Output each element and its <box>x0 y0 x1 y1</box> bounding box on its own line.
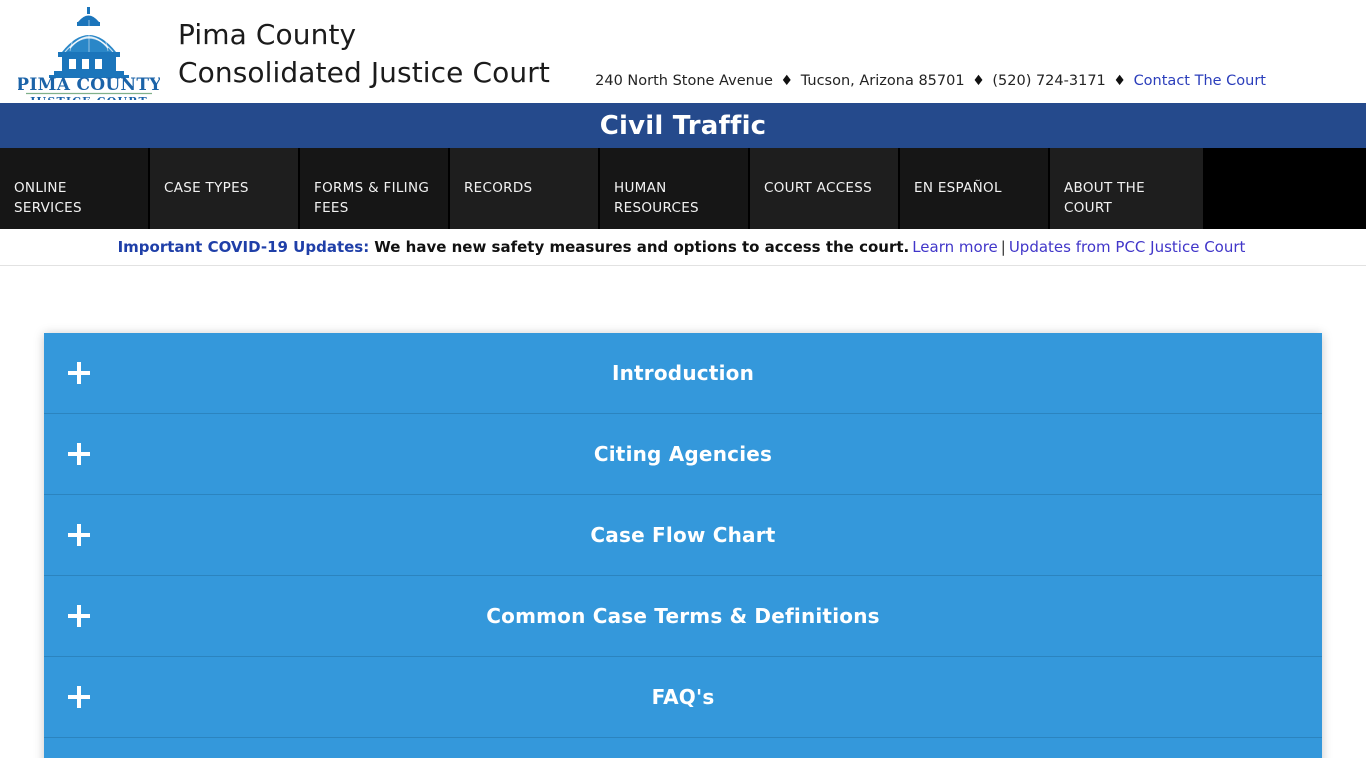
nav-label: ABOUT THE COURT <box>1064 180 1145 216</box>
main-navigation: ONLINE SERVICES CASE TYPES FORMS & FILIN… <box>0 148 1366 229</box>
site-title: Pima County Consolidated Justice Court <box>178 16 550 92</box>
nav-label: COURT ACCESS <box>764 180 872 196</box>
main-content: Introduction Citing Agencies Case Flow C… <box>0 266 1366 758</box>
learn-more-link[interactable]: Learn more <box>909 237 1001 257</box>
plus-icon[interactable] <box>68 362 90 384</box>
page-title-bar: Civil Traffic <box>0 103 1366 148</box>
plus-icon[interactable] <box>68 524 90 546</box>
nav-item-court-access[interactable]: COURT ACCESS <box>750 148 900 229</box>
page-title: Civil Traffic <box>599 110 767 141</box>
pima-county-courthouse-dome-icon: PIMA COUNTY JUSTICE COURT <box>18 7 160 100</box>
site-header: PIMA COUNTY JUSTICE COURT Pima County Co… <box>0 0 1366 103</box>
accordion-panel-title: Case Flow Chart <box>590 523 776 547</box>
accordion-list: Introduction Citing Agencies Case Flow C… <box>44 333 1322 758</box>
nav-item-case-types[interactable]: CASE TYPES <box>150 148 300 229</box>
pcc-justice-court-updates-link[interactable]: Updates from PCC Justice Court <box>1006 237 1249 257</box>
accordion-panel-faqs[interactable]: FAQ's <box>44 657 1322 738</box>
nav-label: FORMS & FILING FEES <box>314 180 430 216</box>
nav-label: HUMAN RESOURCES <box>614 180 699 216</box>
accordion-panel-title: FAQ's <box>651 685 715 709</box>
svg-text:PIMA COUNTY: PIMA COUNTY <box>18 75 160 95</box>
contact-the-court-link[interactable]: Contact The Court <box>1134 73 1266 89</box>
accordion-panel-case-flow-chart[interactable]: Case Flow Chart <box>44 495 1322 576</box>
site-title-line2: Consolidated Justice Court <box>178 56 550 89</box>
site-logo[interactable]: PIMA COUNTY JUSTICE COURT <box>18 4 160 100</box>
accordion-panel-title: Citing Agencies <box>593 442 773 466</box>
nav-label: RECORDS <box>464 180 533 196</box>
nav-label: CASE TYPES <box>164 180 249 196</box>
accordion-panel-citing-agencies[interactable]: Citing Agencies <box>44 414 1322 495</box>
nav-item-human-resources[interactable]: HUMAN RESOURCES <box>600 148 750 229</box>
nav-item-en-espanol[interactable]: EN ESPAÑOL <box>900 148 1050 229</box>
covid-alert-body: We have new safety measures and options … <box>374 238 910 256</box>
accordion-panel-common-case-terms-and-definitions[interactable]: Common Case Terms & Definitions <box>44 576 1322 657</box>
nav-filler <box>1205 148 1366 229</box>
svg-text:JUSTICE COURT: JUSTICE COURT <box>29 95 148 100</box>
site-title-line1: Pima County <box>178 18 357 51</box>
plus-icon[interactable] <box>68 605 90 627</box>
covid-alert-bar: Important COVID-19 Updates: We have new … <box>0 229 1366 266</box>
accordion-panel-partial[interactable] <box>44 738 1322 758</box>
contact-city-state-zip: Tucson, Arizona 85701 <box>800 73 965 89</box>
header-contact-info: 240 North Stone Avenue ♦ Tucson, Arizona… <box>595 70 1266 92</box>
covid-alert-headline: Important COVID-19 Updates: <box>117 238 370 256</box>
diamond-separator-icon: ♦ <box>1113 73 1126 89</box>
contact-address: 240 North Stone Avenue <box>595 73 773 89</box>
nav-label: ONLINE SERVICES <box>14 180 82 216</box>
nav-item-online-services[interactable]: ONLINE SERVICES <box>0 148 150 229</box>
accordion-panel-title: Introduction <box>611 361 755 385</box>
contact-phone: (520) 724-3171 <box>992 73 1106 89</box>
plus-icon[interactable] <box>68 686 90 708</box>
accordion-panel-title: Common Case Terms & Definitions <box>486 604 880 628</box>
nav-label: EN ESPAÑOL <box>914 180 1002 196</box>
diamond-separator-icon: ♦ <box>972 73 985 89</box>
diamond-separator-icon: ♦ <box>780 73 794 89</box>
nav-item-about-the-court[interactable]: ABOUT THE COURT <box>1050 148 1205 229</box>
nav-item-forms-and-filing-fees[interactable]: FORMS & FILING FEES <box>300 148 450 229</box>
accordion-panel-introduction[interactable]: Introduction <box>44 333 1322 414</box>
plus-icon[interactable] <box>68 443 90 465</box>
nav-item-records[interactable]: RECORDS <box>450 148 600 229</box>
